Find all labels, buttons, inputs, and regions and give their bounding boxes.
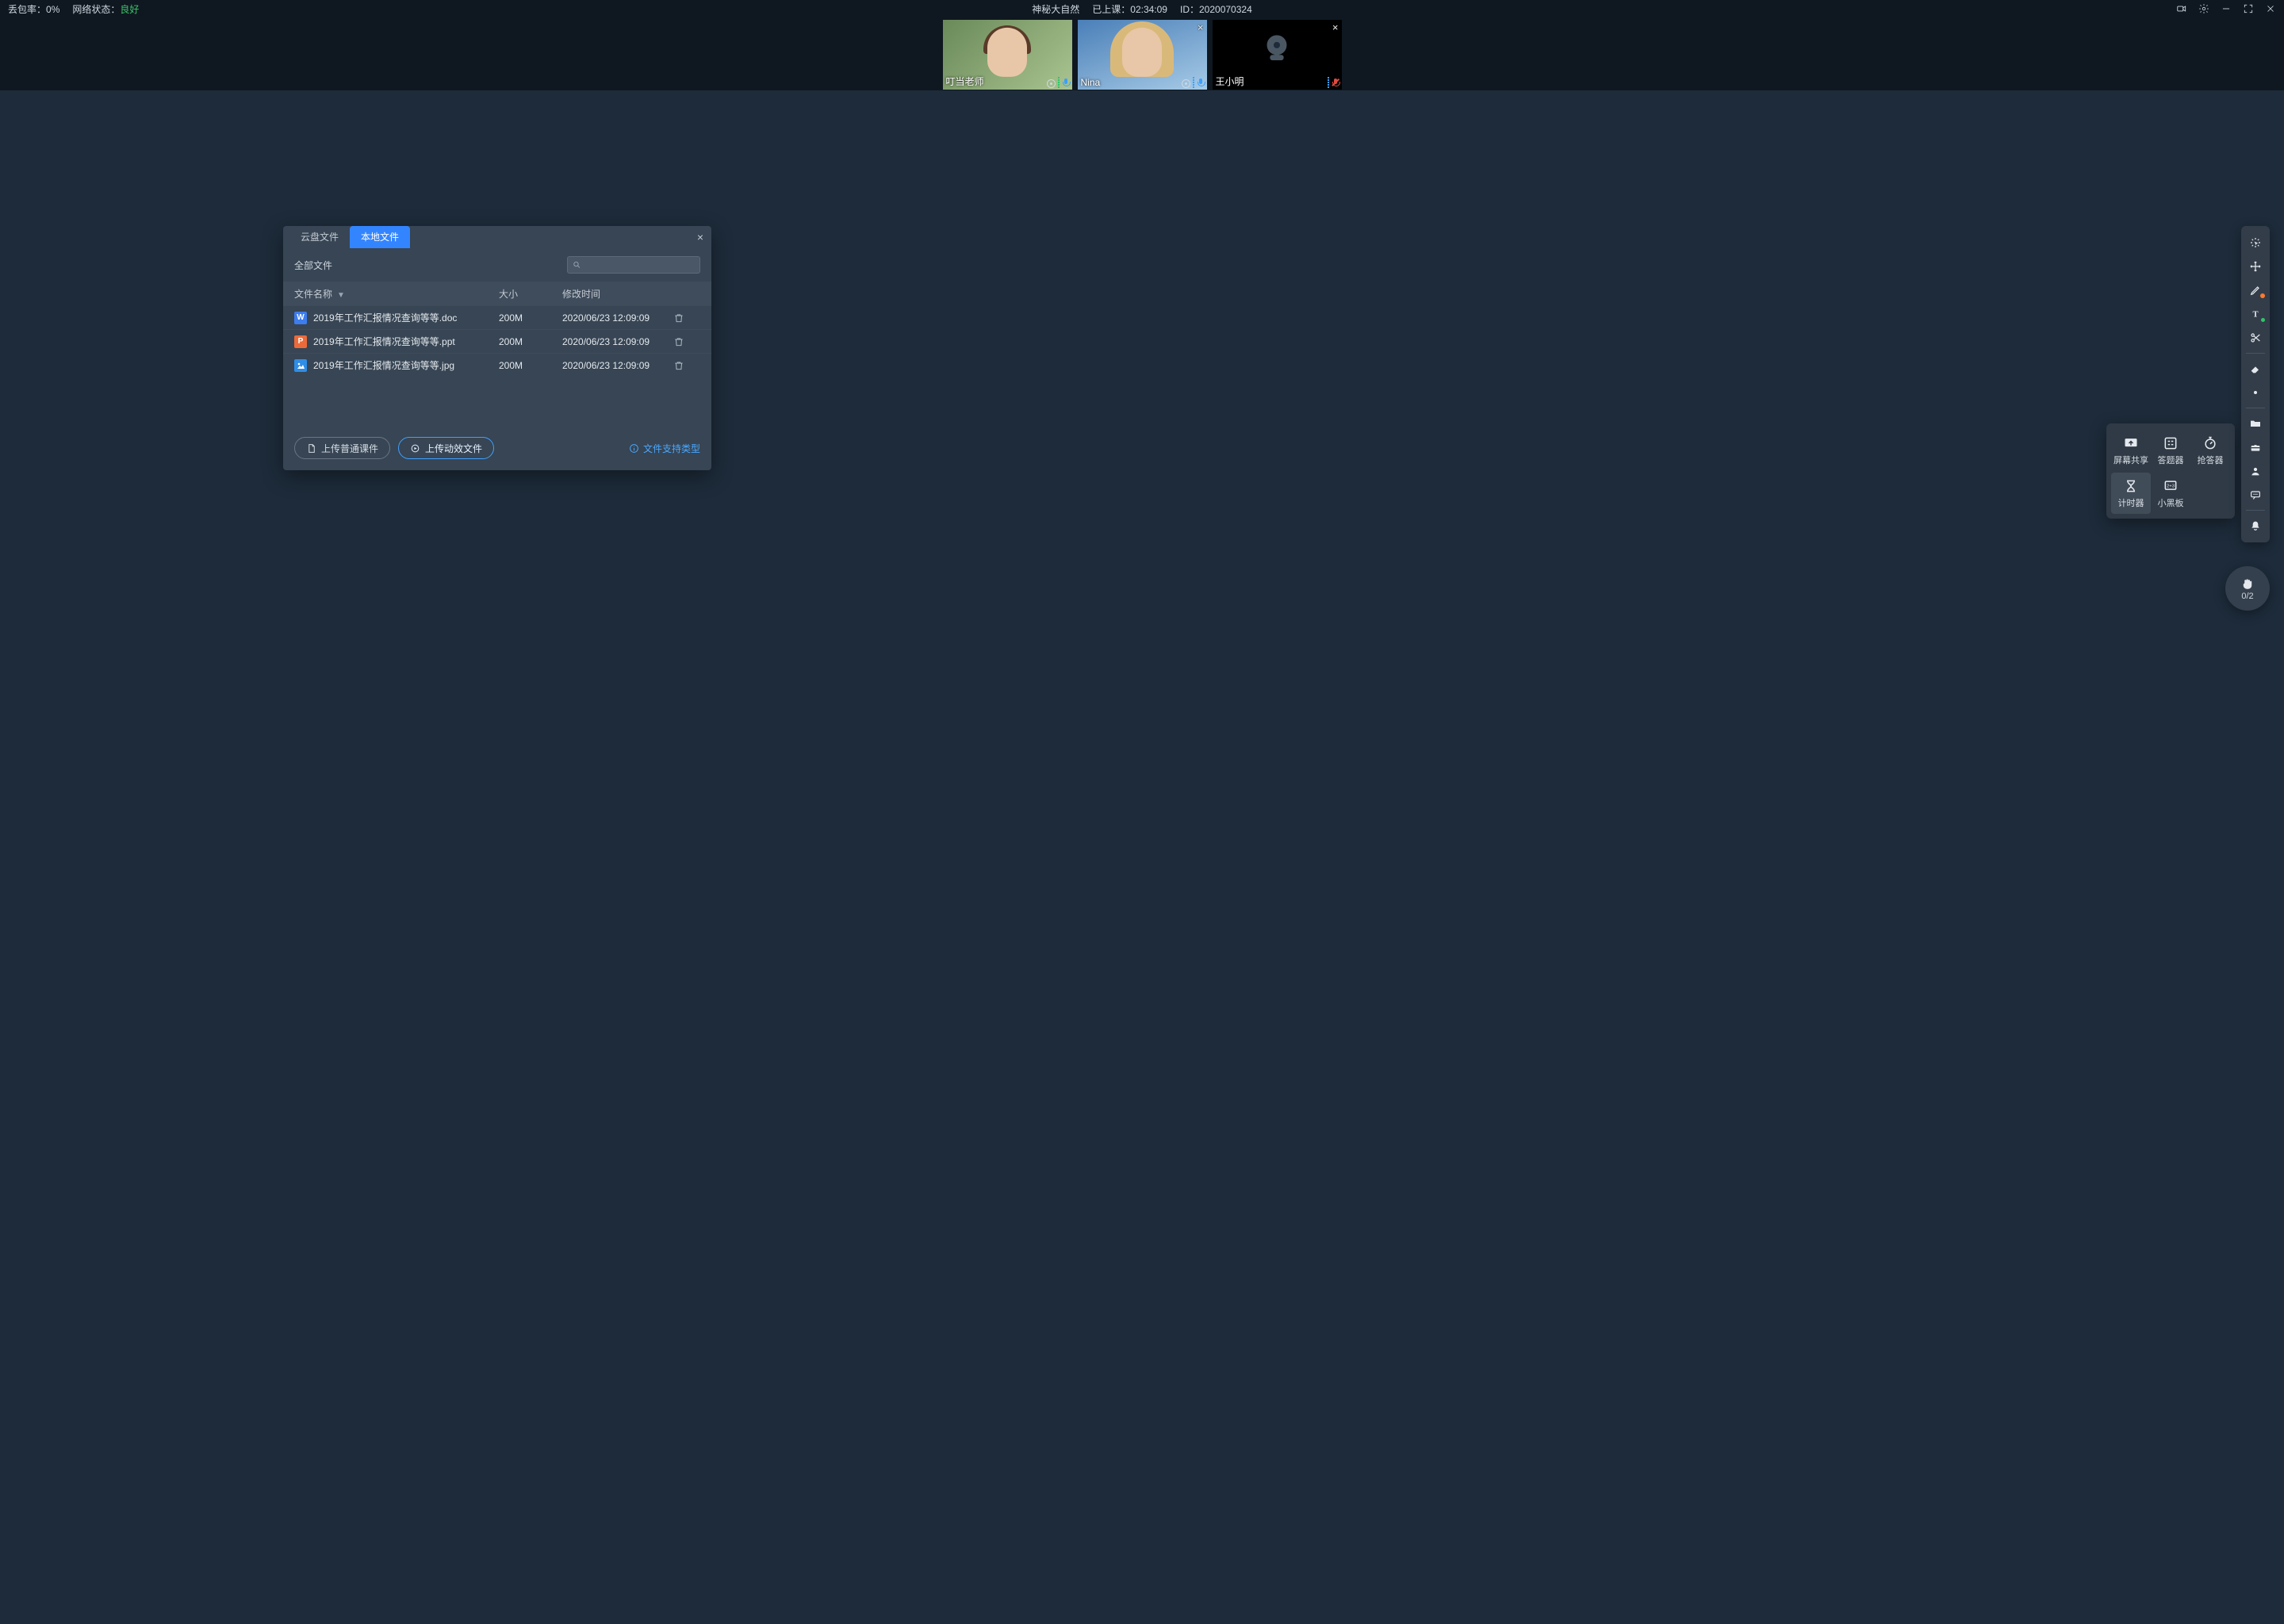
tool-color-icon[interactable]: [2244, 381, 2267, 404]
file-size: 200M: [499, 336, 562, 347]
file-size: 200M: [499, 360, 562, 371]
file-mtime: 2020/06/23 12:09:09: [562, 312, 673, 324]
volume-bars-icon: [1328, 77, 1329, 88]
tool-text-icon[interactable]: T: [2244, 303, 2267, 325]
tool-buzzer[interactable]: 抢答器: [2190, 430, 2230, 471]
net-status-label: 网络状态：: [72, 4, 120, 15]
tool-timer[interactable]: 计时器: [2111, 473, 2151, 514]
sort-desc-icon: ▼: [337, 291, 345, 300]
close-window-icon[interactable]: [2265, 3, 2276, 14]
col-name[interactable]: 文件名称▼: [294, 287, 499, 301]
participant-name: Nina: [1081, 77, 1101, 88]
delete-icon[interactable]: [673, 360, 684, 371]
raise-hand-count: 0/2: [2241, 592, 2253, 601]
room-id-value: 2020070324: [1199, 4, 1252, 15]
video-strip: 叮当老师 × Nina × 王小明: [0, 17, 2284, 90]
delete-icon[interactable]: [673, 336, 684, 347]
tool-scissors-icon[interactable]: [2244, 327, 2267, 349]
tab-cloud-files[interactable]: 云盘文件: [289, 226, 350, 248]
net-status-value: 良好: [120, 4, 139, 15]
volume-bars-icon: [1193, 77, 1194, 88]
close-video-icon[interactable]: ×: [1332, 21, 1339, 33]
status-bar: 丢包率：0% 网络状态：良好 神秘大自然 已上课：02:34:09 ID：202…: [0, 0, 2284, 17]
file-image-icon: [294, 359, 307, 372]
all-files-label: 全部文件: [294, 259, 332, 272]
file-size: 200M: [499, 312, 562, 324]
participant-name: 王小明: [1216, 75, 1244, 88]
tool-screen-share[interactable]: 屏幕共享: [2111, 430, 2151, 471]
settings-icon[interactable]: [2198, 3, 2209, 14]
document-icon: [306, 443, 316, 454]
packet-loss-value: 0%: [46, 4, 59, 15]
tool-laser-icon[interactable]: [2244, 232, 2267, 254]
play-circle-icon: [410, 443, 420, 454]
file-name: 2019年工作汇报情况查询等等.doc: [313, 311, 457, 324]
video-tile[interactable]: × Nina: [1078, 20, 1207, 90]
packet-loss-label: 丢包率：: [8, 4, 46, 15]
table-row[interactable]: W 2019年工作汇报情况查询等等.doc 200M 2020/06/23 12:…: [283, 305, 711, 329]
dialog-close-icon[interactable]: ×: [697, 231, 703, 243]
elapsed-label: 已上课：: [1092, 4, 1130, 15]
search-icon: [573, 260, 581, 270]
file-name: 2019年工作汇报情况查询等等.ppt: [313, 335, 455, 348]
room-id-label: ID：: [1180, 4, 1199, 15]
file-name: 2019年工作汇报情况查询等等.jpg: [313, 358, 454, 372]
raise-hand-button[interactable]: 0/2: [2225, 566, 2270, 611]
mic-icon: [1062, 79, 1070, 88]
svg-text:T: T: [2252, 310, 2258, 319]
search-field[interactable]: [586, 259, 695, 270]
table-header: 文件名称▼ 大小 修改时间: [283, 282, 711, 305]
dialog-tabs: 云盘文件 本地文件 ×: [283, 226, 711, 248]
col-mtime[interactable]: 修改时间: [562, 287, 673, 301]
file-ppt-icon: P: [294, 335, 307, 348]
tools-popover: 屏幕共享 答题器 抢答器 计时器 2+3 小黑板: [2106, 423, 2235, 519]
search-input[interactable]: [567, 256, 700, 274]
tool-bell-icon[interactable]: [2244, 515, 2267, 537]
file-mtime: 2020/06/23 12:09:09: [562, 360, 673, 371]
tool-person-icon[interactable]: [2244, 460, 2267, 482]
tool-answer[interactable]: 答题器: [2151, 430, 2190, 471]
table-row[interactable]: P 2019年工作汇报情况查询等等.ppt 200M 2020/06/23 12:…: [283, 329, 711, 353]
upload-animated-button[interactable]: 上传动效文件: [398, 437, 494, 459]
table-row[interactable]: 2019年工作汇报情况查询等等.jpg 200M 2020/06/23 12:0…: [283, 353, 711, 377]
tool-move-icon[interactable]: [2244, 255, 2267, 278]
close-video-icon[interactable]: ×: [1198, 21, 1204, 33]
tool-blackboard[interactable]: 2+3 小黑板: [2151, 473, 2190, 514]
tab-local-files[interactable]: 本地文件: [350, 226, 410, 248]
file-dialog: 云盘文件 本地文件 × 全部文件 文件名称▼ 大小 修改时间 W 2019年工作汇…: [283, 226, 711, 470]
col-size[interactable]: 大小: [499, 287, 562, 301]
upload-normal-button[interactable]: 上传普通课件: [294, 437, 390, 459]
tool-pen-icon[interactable]: [2244, 279, 2267, 301]
info-icon: [629, 443, 639, 454]
minimize-icon[interactable]: [2221, 3, 2232, 14]
file-mtime: 2020/06/23 12:09:09: [562, 336, 673, 347]
mic-icon: [1197, 79, 1205, 88]
tool-chat-icon[interactable]: [2244, 484, 2267, 506]
right-toolbar: T: [2241, 226, 2270, 542]
webcam-off-icon: [1259, 32, 1295, 71]
tool-toolbox-icon[interactable]: [2244, 436, 2267, 458]
tool-eraser-icon[interactable]: [2244, 358, 2267, 380]
file-doc-icon: W: [294, 312, 307, 324]
mic-muted-icon: [1332, 79, 1339, 88]
tool-folder-icon[interactable]: [2244, 412, 2267, 435]
fullscreen-icon[interactable]: [2243, 3, 2254, 14]
video-tile[interactable]: 叮当老师: [943, 20, 1072, 90]
video-tile[interactable]: × 王小明: [1213, 20, 1342, 90]
hand-icon: [2240, 576, 2255, 591]
delete-icon[interactable]: [673, 312, 684, 324]
volume-bars-icon: [1058, 77, 1060, 88]
svg-text:2+3: 2+3: [2167, 484, 2175, 488]
camera-indicator-icon: [1182, 79, 1190, 88]
class-title: 神秘大自然: [1032, 2, 1079, 16]
camera-indicator-icon: [1047, 79, 1056, 88]
camera-icon[interactable]: [2176, 3, 2187, 14]
supported-types-link[interactable]: 文件支持类型: [629, 442, 700, 455]
elapsed-value: 02:34:09: [1130, 4, 1167, 15]
participant-name: 叮当老师: [946, 75, 984, 88]
